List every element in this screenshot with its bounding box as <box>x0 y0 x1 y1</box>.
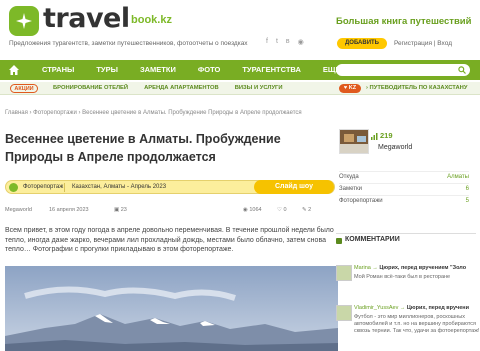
comment-text: Футбол - это мир миллионеров, роскошных … <box>354 314 480 334</box>
rank-value: 219 <box>380 131 393 140</box>
home-icon[interactable] <box>8 64 20 76</box>
avatar[interactable] <box>339 129 369 154</box>
article-meta: Megaworld 16 апреля 2023 ▣ 23 ◉ 1064 ♡ 0… <box>5 207 335 216</box>
nav-item-tours[interactable]: ТУРЫ <box>96 60 118 80</box>
profile-row-value[interactable]: Алматы <box>447 172 469 183</box>
logo-text[interactable]: travel <box>43 4 130 34</box>
comment-text: Мой Роман всё-таки был в ресторане <box>354 274 451 280</box>
comment-count[interactable]: ✎ 2 <box>302 207 311 213</box>
kz-badge[interactable]: ♥ KZ <box>339 84 361 93</box>
author-link[interactable]: Megaworld <box>5 207 32 213</box>
site-slogan: Большая книга путешествий <box>336 16 472 27</box>
location-link[interactable]: Казахстан, Алматы - Апрель 2023 <box>72 181 166 194</box>
subnav-item-hotels[interactable]: БРОНИРОВАНИЕ ОТЕЛЕЙ <box>53 82 128 95</box>
like-count[interactable]: ♡ 0 <box>277 207 287 213</box>
rank-icon <box>371 133 378 140</box>
profile-row-reports: Фоторепортажи 5 <box>339 195 469 206</box>
comment-item[interactable]: Marina → Цюрих, перед вручением "Золо Мо… <box>336 265 480 303</box>
profile-row-label: Откуда <box>339 174 359 180</box>
photo-count: ▣ 23 <box>114 207 127 213</box>
category-link[interactable]: Фоторепортаж <box>23 181 63 194</box>
comments-header: КОММЕНТАРИИ <box>336 233 476 247</box>
article-body: Всем привет, в этом году погода в апреле… <box>5 227 334 253</box>
profile-row-notes: Заметки 6 <box>339 183 469 194</box>
nav-item-agencies[interactable]: ТУРАГЕНТСТВА <box>242 60 301 80</box>
author-card: 219 Megaworld Откуда Алматы Заметки 6 Фо… <box>336 129 472 208</box>
profile-row-value[interactable]: 6 <box>466 184 469 195</box>
breadcrumb[interactable]: Главная › Фоторепортажи › Весеннее цвете… <box>5 110 302 116</box>
search-input[interactable] <box>336 64 470 76</box>
nav-item-notes[interactable]: ЗАМЕТКИ <box>140 60 176 80</box>
camera-icon <box>9 183 18 192</box>
sub-nav: АКЦИИ БРОНИРОВАНИЕ ОТЕЛЕЙ АРЕНДА АПАРТАМ… <box>0 82 480 95</box>
twitter-icon[interactable]: t <box>276 38 278 46</box>
logo-icon[interactable] <box>9 6 39 36</box>
subnav-item-apartments[interactable]: АРЕНДА АПАРТАМЕНТОВ <box>144 82 219 95</box>
comments-heading: КОММЕНТАРИИ <box>345 236 400 243</box>
divider <box>64 183 65 192</box>
comment-thumbnail[interactable] <box>336 305 352 321</box>
main-nav: СТРАНЫ ТУРЫ ЗАМЕТКИ ФОТО ТУРАГЕНТСТВА ЕЩ… <box>0 60 480 80</box>
profile-row-label: Заметки <box>339 186 362 192</box>
comment-meta[interactable]: Marina → Цюрих, перед вручением "Золо <box>354 265 466 271</box>
nav-item-photo[interactable]: ФОТО <box>198 60 220 80</box>
comment-thumbnail[interactable] <box>336 265 352 281</box>
profile-row-location: Откуда Алматы <box>339 171 469 182</box>
comment-meta[interactable]: Vladimir_YussAev → Цюрих, перед вручени <box>354 305 469 311</box>
view-count: ◉ 1064 <box>243 207 262 213</box>
page-title: Весеннее цветение в Алматы. Пробуждение … <box>5 132 281 164</box>
article-photo[interactable] <box>5 266 338 351</box>
profile-row-label: Фоторепортажи <box>339 198 383 204</box>
site-header: travel book.kz Предложения турагентств, … <box>0 0 480 58</box>
publish-date: 16 апреля 2023 <box>49 207 89 213</box>
profile-row-value[interactable]: 5 <box>466 196 469 207</box>
slideshow-button[interactable]: Слайд шоу <box>254 180 334 194</box>
subnav-item-visas[interactable]: ВИЗЫ И УСЛУГИ <box>235 82 283 95</box>
category-bar: Фоторепортаж Казахстан, Алматы - Апрель … <box>5 180 335 194</box>
social-links: f t в ◉ <box>266 38 304 46</box>
nav-item-countries[interactable]: СТРАНЫ <box>42 60 74 80</box>
logo-suffix: book.kz <box>131 14 172 26</box>
search-icon[interactable] <box>458 66 466 74</box>
rss-icon[interactable]: ◉ <box>298 38 304 46</box>
chevron-icon <box>336 238 342 244</box>
auth-links[interactable]: Регистрация | Вход <box>394 40 452 47</box>
vk-icon[interactable]: в <box>286 38 290 46</box>
facebook-icon[interactable]: f <box>266 38 268 46</box>
kz-guide-link[interactable]: › ПУТЕВОДИТЕЛЬ ПО КАЗАХСТАНУ <box>366 82 467 95</box>
add-button[interactable]: ДОБАВИТЬ <box>337 38 387 49</box>
comment-item[interactable]: Vladimir_YussAev → Цюрих, перед вручени … <box>336 305 480 343</box>
promo-badge[interactable]: АКЦИИ <box>10 84 38 93</box>
profile-username[interactable]: Megaworld <box>378 144 412 151</box>
site-tagline: Предложения турагентств, заметки путешес… <box>9 40 248 47</box>
